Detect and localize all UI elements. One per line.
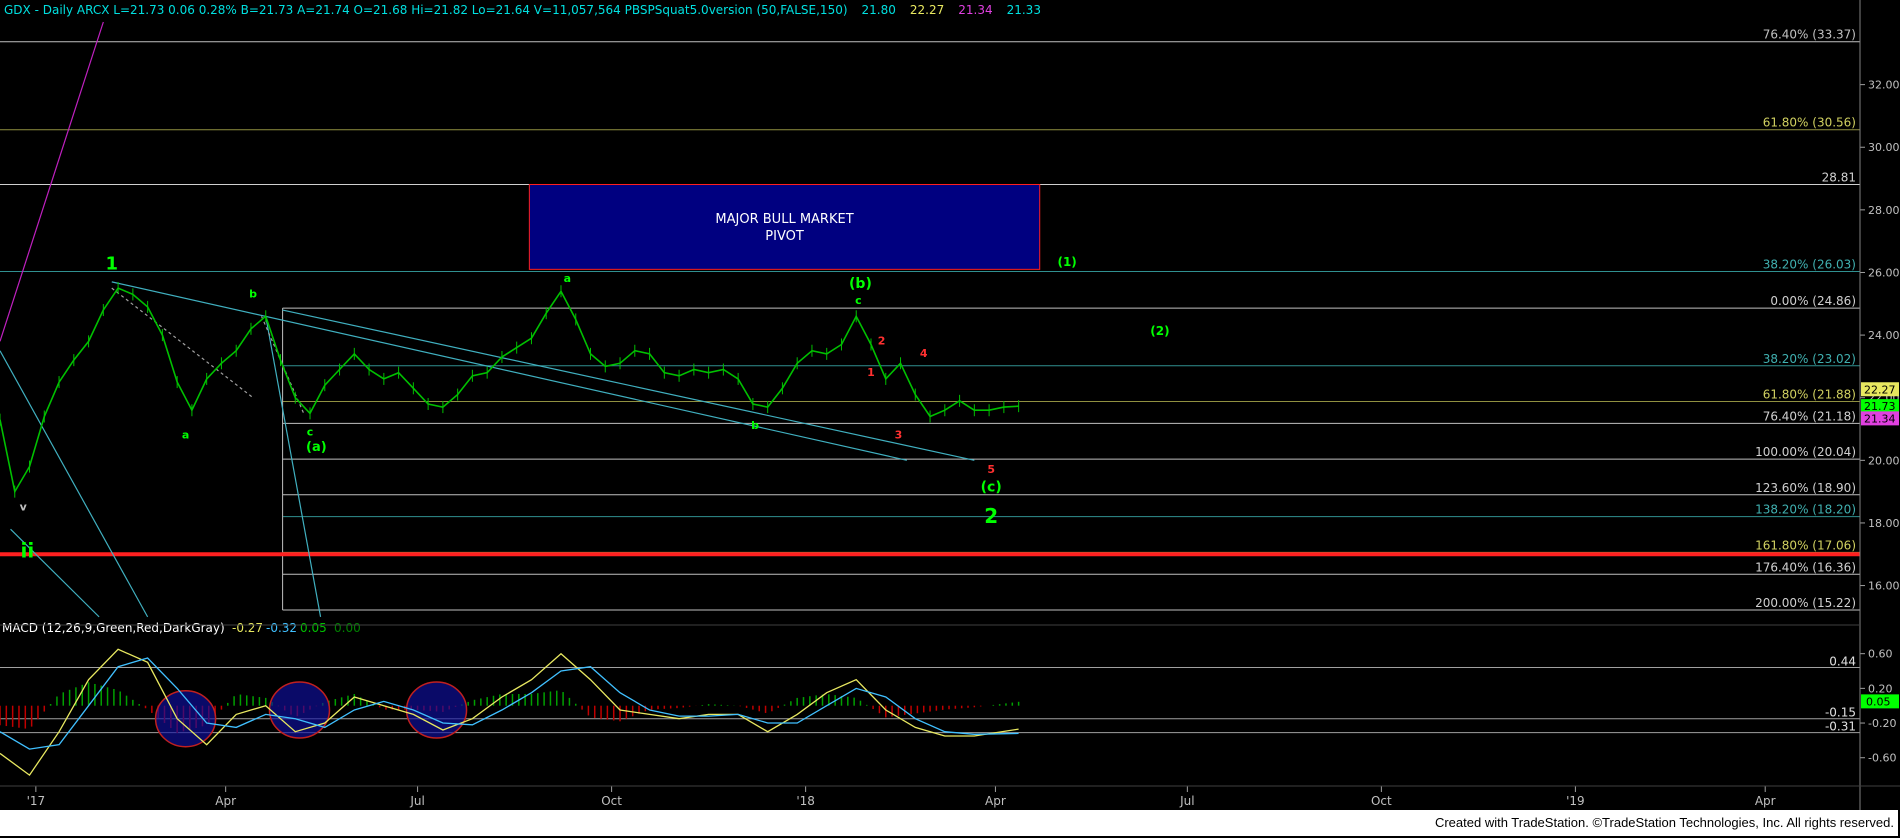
trend-line-lower — [282, 309, 975, 461]
price-pane: 16.0018.0020.0022.0024.0026.0028.0030.00… — [0, 21, 1900, 618]
macd-y-tick-label: 0.20 — [1868, 682, 1893, 695]
pivot-box-label-1: MAJOR BULL MARKET — [715, 212, 853, 227]
x-tick-label: '17 — [27, 794, 46, 808]
header-part-0: GDX - Daily ARCX L=21.73 0.06 0.28% B=21… — [4, 3, 848, 17]
macd-y-tick-label: 0.60 — [1868, 648, 1893, 661]
wave-label: 2 — [984, 504, 998, 528]
macd-value-tag-label: 0.05 — [1866, 695, 1891, 708]
footer-bar: Created with TradeStation. ©TradeStation… — [0, 810, 1898, 836]
macd-y-tick-label: -0.20 — [1868, 717, 1896, 730]
wave-label: (b) — [849, 276, 872, 292]
wave-label: 5 — [987, 463, 995, 476]
x-tick-label: Apr — [215, 794, 236, 808]
price-tag-label: 21.34 — [1864, 412, 1896, 425]
macd-pane: MACD (12,26,9,Green,Red,DarkGray) -0.27 -0… — [0, 621, 1899, 777]
price-y-tick-label: 18.00 — [1868, 517, 1900, 530]
x-tick-label: Jul — [409, 794, 424, 808]
wave-label: b — [751, 419, 759, 432]
fib-level-label: 76.40% (33.37) — [1763, 28, 1856, 42]
x-tick-label: Oct — [1371, 794, 1392, 808]
channel-line-1 — [0, 350, 149, 618]
price-tag-label: 22.27 — [1864, 383, 1896, 396]
macd-title: MACD (12,26,9,Green,Red,DarkGray) — [2, 621, 225, 635]
price-y-tick-label: 20.00 — [1868, 454, 1900, 467]
wave-label: ii — [21, 538, 35, 562]
header-part-2: 22.27 — [910, 3, 944, 17]
price-y-tick-label: 16.00 — [1868, 580, 1900, 593]
wave-label: 1 — [867, 366, 875, 379]
chart-canvas: GDX - Daily ARCX L=21.73 0.06 0.28% B=21… — [0, 0, 1900, 812]
wave-label: (2) — [1150, 324, 1169, 338]
price-y-tick-label: 24.00 — [1868, 329, 1900, 342]
macd-legend-value: 0.00 — [334, 621, 361, 635]
wave-label: 1 — [106, 253, 119, 274]
date-axis: '17 Apr Jul Oct '18 Apr Jul Oct '19 Apr — [27, 786, 1776, 808]
price-series-line — [0, 287, 1019, 494]
x-tick-label: '18 — [796, 794, 815, 808]
macd-line — [0, 648, 1019, 777]
x-tick-label: Apr — [1755, 794, 1776, 808]
fib-level-label: 28.81 — [1822, 170, 1856, 184]
pivot-box-label-2: PIVOT — [765, 229, 804, 244]
header-part-3: 21.34 — [958, 3, 992, 17]
fib-level-label: 123.60% (18.90) — [1755, 481, 1856, 495]
macd-legend-value: -0.32 — [266, 621, 297, 635]
wave-label: 2 — [878, 334, 886, 347]
macd-highlight-circle — [268, 681, 331, 739]
price-y-tick-label: 28.00 — [1868, 204, 1900, 217]
x-tick-label: Oct — [601, 794, 622, 808]
fib-level-label: 61.80% (30.56) — [1763, 116, 1856, 130]
wave-label: b — [249, 288, 257, 301]
fib-level-label: 176.40% (16.36) — [1755, 560, 1856, 574]
macd-level-label: -0.31 — [1825, 720, 1856, 734]
wave-label: 4 — [920, 347, 928, 360]
wave-label: c — [855, 294, 862, 307]
chart-window: GDX - Daily ARCX L=21.73 0.06 0.28% B=21… — [0, 0, 1900, 838]
wave-label: (1) — [1057, 255, 1076, 269]
macd-highlight-circle — [405, 681, 468, 739]
price-y-tick-label: 30.00 — [1868, 141, 1900, 154]
header-part-1: 21.80 — [862, 3, 896, 17]
macd-level-label: -0.15 — [1825, 706, 1856, 720]
wave-label: a — [182, 428, 189, 441]
wave-label: a — [564, 272, 571, 285]
fib-level-label: 138.20% (18.20) — [1755, 503, 1856, 517]
macd-level-label: 0.44 — [1829, 655, 1856, 669]
fib-level-label: 161.80% (17.06) — [1755, 538, 1856, 552]
wave-label: 3 — [895, 428, 903, 441]
macd-legend-value: 0.05 — [300, 621, 327, 635]
fib-level-label: 76.40% (21.18) — [1763, 409, 1856, 423]
header-part-4: 21.33 — [1007, 3, 1041, 17]
price-tag-label: 21.73 — [1864, 400, 1896, 413]
footer-copyright: Created with TradeStation. ©TradeStation… — [1434, 815, 1894, 830]
fib-level-label: 61.80% (21.88) — [1763, 387, 1856, 401]
macd-legend-value: -0.27 — [232, 621, 263, 635]
price-y-tick-label: 26.00 — [1868, 266, 1900, 279]
fib-level-label: 38.20% (23.02) — [1763, 352, 1856, 366]
wave-label: c — [307, 425, 314, 438]
fib-level-label: 0.00% (24.86) — [1770, 294, 1856, 308]
x-tick-label: '19 — [1566, 794, 1585, 808]
channel-line-3 — [265, 316, 322, 617]
x-tick-label: Jul — [1179, 794, 1194, 808]
x-tick-label: Apr — [985, 794, 1006, 808]
wave-label: (a) — [306, 440, 327, 455]
wave-label: (c) — [981, 480, 1002, 496]
fib-level-label: 100.00% (20.04) — [1755, 445, 1856, 459]
fib-level-label: 38.20% (26.03) — [1763, 258, 1856, 272]
macd-y-tick-label: -0.60 — [1868, 752, 1896, 765]
fib-level-label: 200.00% (15.22) — [1755, 596, 1856, 610]
magenta-trend — [0, 21, 104, 342]
dashed-trend — [111, 287, 254, 399]
chart-header: GDX - Daily ARCX L=21.73 0.06 0.28% B=21… — [4, 3, 1041, 17]
wave-label: v — [20, 500, 28, 513]
price-y-tick-label: 32.00 — [1868, 79, 1900, 92]
